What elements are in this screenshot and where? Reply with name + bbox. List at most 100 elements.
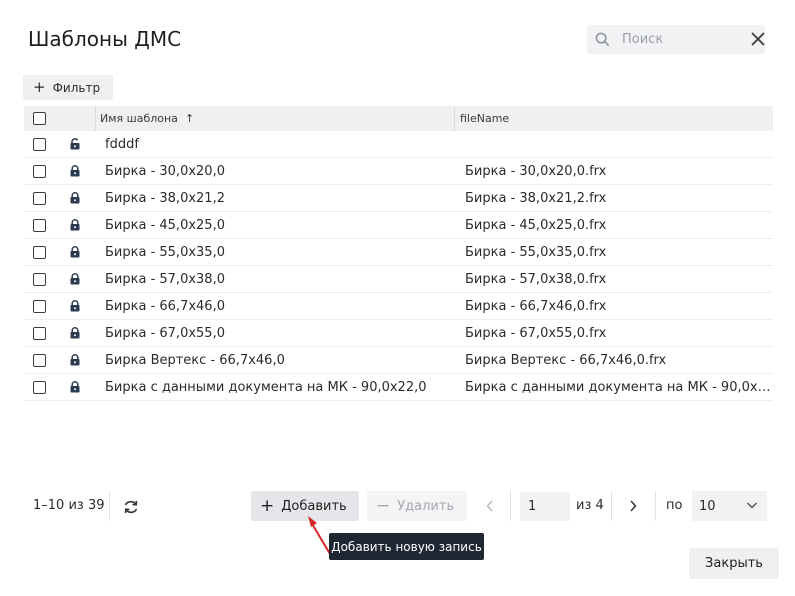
- filter-button[interactable]: + Фильтр: [23, 75, 113, 100]
- lock-icon: [54, 327, 96, 339]
- record-count: 1–10 из 39: [33, 498, 105, 513]
- lock-column-header: [54, 106, 96, 131]
- row-checkbox[interactable]: [32, 326, 46, 340]
- table-row[interactable]: Бирка - 67,0x55,0 Бирка - 67,0x55,0.frx: [24, 320, 773, 347]
- search-box[interactable]: [587, 25, 765, 54]
- row-checkbox[interactable]: [32, 353, 46, 367]
- pager-divider: [510, 491, 511, 521]
- template-name: Бирка - 45,0x25,0: [105, 217, 225, 233]
- delete-button[interactable]: − Удалить: [367, 491, 467, 521]
- per-page-value: 10: [699, 498, 716, 514]
- close-dialog-button[interactable]: [747, 28, 769, 50]
- template-name: Бирка - 30,0x20,0: [105, 163, 225, 179]
- next-page-button[interactable]: [621, 491, 645, 521]
- template-file: Бирка - 45,0x25,0.frx: [465, 217, 607, 233]
- table-row[interactable]: Бирка - 38,0x21,2 Бирка - 38,0x21,2.frx: [24, 185, 773, 212]
- lock-icon: [54, 219, 96, 231]
- search-input[interactable]: [620, 31, 750, 48]
- chevron-left-icon: [486, 500, 493, 512]
- close-icon: [751, 32, 765, 46]
- lock-icon: [54, 165, 96, 177]
- row-checkbox-cell: [24, 164, 54, 178]
- plus-icon: +: [260, 495, 275, 516]
- page-number-input[interactable]: [520, 492, 570, 521]
- row-checkbox-cell: [24, 299, 54, 313]
- delete-button-label: Удалить: [397, 498, 455, 514]
- footer-divider: [109, 491, 110, 521]
- total-pages: из 4: [576, 498, 604, 513]
- per-page-select[interactable]: 10: [692, 491, 767, 521]
- row-checkbox[interactable]: [32, 137, 46, 151]
- row-checkbox-cell: [24, 218, 54, 232]
- per-page-label: по: [666, 498, 683, 513]
- prev-page-button[interactable]: [478, 491, 502, 521]
- row-checkbox[interactable]: [32, 380, 46, 394]
- table-row[interactable]: Бирка - 66,7x46,0 Бирка - 66,7x46,0.frx: [24, 293, 773, 320]
- lock-icon: [54, 354, 96, 366]
- row-checkbox[interactable]: [32, 218, 46, 232]
- row-checkbox-cell: [24, 326, 54, 340]
- template-file: Бирка - 57,0x38,0.frx: [465, 271, 607, 287]
- table-row[interactable]: Бирка - 57,0x38,0 Бирка - 57,0x38,0.frx: [24, 266, 773, 293]
- row-checkbox-cell: [24, 191, 54, 205]
- lock-icon: [54, 381, 96, 393]
- lock-icon: [54, 273, 96, 285]
- template-name: Бирка с данными документа на МК - 90,0x2…: [105, 379, 427, 395]
- sort-ascending-icon: ↑: [184, 112, 195, 125]
- template-name: Бирка Вертекс - 66,7x46,0: [105, 352, 285, 368]
- select-all-cell: [24, 112, 54, 125]
- column-header-name-label: Имя шаблона: [100, 112, 178, 125]
- pager-divider: [655, 491, 656, 521]
- template-file: Бирка - 66,7x46,0.frx: [465, 298, 607, 314]
- template-file: Бирка с данными документа на МК - 90,0x2…: [465, 379, 773, 395]
- row-checkbox[interactable]: [32, 299, 46, 313]
- filter-button-label: Фильтр: [52, 80, 101, 95]
- plus-icon: +: [33, 78, 46, 96]
- row-checkbox-cell: [24, 353, 54, 367]
- minus-icon: −: [376, 495, 391, 516]
- template-file: Бирка - 67,0x55,0.frx: [465, 325, 607, 341]
- template-name: Бирка - 67,0x55,0: [105, 325, 225, 341]
- chevron-down-icon: [746, 502, 758, 509]
- row-checkbox[interactable]: [32, 164, 46, 178]
- column-header-file-label: fileName: [460, 112, 510, 125]
- table-row[interactable]: Бирка Вертекс - 66,7x46,0 Бирка Вертекс -…: [24, 347, 773, 374]
- templates-grid: Имя шаблона ↑ fileName fdddf Бирка - 30,0…: [24, 106, 773, 401]
- template-name: Бирка - 55,0x35,0: [105, 244, 225, 260]
- row-checkbox-cell: [24, 380, 54, 394]
- lock-icon: [54, 246, 96, 258]
- lock-icon: [54, 192, 96, 204]
- template-file: Бирка Вертекс - 66,7x46,0.frx: [465, 352, 667, 368]
- template-file: Бирка - 30,0x20,0.frx: [465, 163, 607, 179]
- pager-divider: [611, 491, 612, 521]
- template-name: Бирка - 66,7x46,0: [105, 298, 225, 314]
- row-checkbox-cell: [24, 272, 54, 286]
- unlock-icon: [54, 138, 96, 150]
- template-file: Бирка - 38,0x21,2.frx: [465, 190, 607, 206]
- select-all-checkbox[interactable]: [32, 112, 46, 125]
- chevron-right-icon: [630, 500, 637, 512]
- table-row[interactable]: Бирка - 45,0x25,0 Бирка - 45,0x25,0.frx: [24, 212, 773, 239]
- dialog-title: Шаблоны ДМС: [28, 27, 182, 51]
- row-checkbox[interactable]: [32, 191, 46, 205]
- refresh-icon[interactable]: [122, 498, 140, 516]
- table-row[interactable]: fdddf: [24, 131, 773, 158]
- table-row[interactable]: Бирка - 55,0x35,0 Бирка - 55,0x35,0.frx: [24, 239, 773, 266]
- template-name: Бирка - 57,0x38,0: [105, 271, 225, 287]
- lock-icon: [54, 300, 96, 312]
- row-checkbox-cell: [24, 137, 54, 151]
- add-tooltip: Добавить новую запись: [329, 533, 484, 560]
- search-icon: [595, 32, 610, 47]
- table-row[interactable]: Бирка - 30,0x20,0 Бирка - 30,0x20,0.frx: [24, 158, 773, 185]
- template-name: fdddf: [105, 136, 139, 152]
- table-row[interactable]: Бирка с данными документа на МК - 90,0x2…: [24, 374, 773, 401]
- close-button[interactable]: Закрыть: [689, 548, 779, 579]
- row-checkbox[interactable]: [32, 272, 46, 286]
- template-name: Бирка - 38,0x21,2: [105, 190, 225, 206]
- grid-body: fdddf Бирка - 30,0x20,0 Бирка - 30,0x20,0.…: [24, 131, 773, 401]
- column-header-name[interactable]: Имя шаблона ↑: [96, 106, 455, 131]
- grid-header: Имя шаблона ↑ fileName: [24, 106, 773, 131]
- column-header-file[interactable]: fileName: [455, 112, 773, 125]
- template-file: Бирка - 55,0x35,0.frx: [465, 244, 607, 260]
- row-checkbox[interactable]: [32, 245, 46, 259]
